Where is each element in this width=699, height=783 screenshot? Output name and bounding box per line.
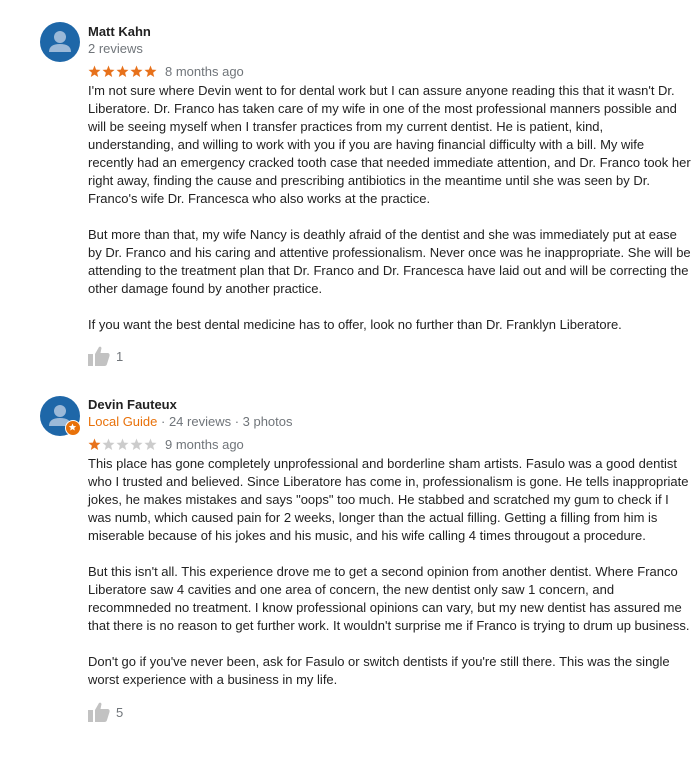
star-filled-icon [102, 65, 115, 77]
star-filled-icon [88, 65, 101, 77]
star-rating: 8 months ago [88, 63, 244, 79]
person-icon [49, 31, 71, 52]
reviewer-meta: Local Guide · 24 reviews · 3 photos [88, 414, 293, 429]
review-paragraph: I'm not sure where Devin went to for den… [88, 83, 691, 206]
local-guide-label: Local Guide [88, 414, 158, 429]
review-text: This place has gone completely unprofess… [88, 455, 692, 707]
review-time: 8 months ago [165, 63, 244, 79]
star-empty-icon [144, 438, 157, 450]
local-guide-badge-icon [65, 420, 81, 436]
stars-container [88, 438, 158, 451]
review-paragraph: But more than that, my wife Nancy is dea… [88, 227, 691, 296]
review-time: 9 months ago [165, 436, 244, 452]
like-count: 5 [116, 704, 124, 720]
star-filled-icon [116, 65, 129, 77]
star-filled-icon [144, 65, 157, 77]
thumbs-up-icon [88, 346, 110, 366]
thumbs-up-icon [88, 702, 110, 722]
review-paragraph: Don't go if you've never been, ask for F… [88, 654, 670, 687]
avatar[interactable] [40, 22, 80, 62]
like-button[interactable]: 1 [88, 346, 123, 366]
reviewer-name[interactable]: Matt Kahn [88, 24, 151, 39]
star-filled-icon [130, 65, 143, 77]
reviewer-stats: 2 reviews [88, 41, 143, 56]
reviewer-name[interactable]: Devin Fauteux [88, 397, 177, 412]
star-empty-icon [102, 438, 115, 450]
review-text: I'm not sure where Devin went to for den… [88, 82, 692, 352]
review-paragraph: This place has gone completely unprofess… [88, 456, 689, 543]
review-paragraph: But this isn't all. This experience drov… [88, 564, 690, 633]
stars-container [88, 65, 158, 78]
star-empty-icon [130, 438, 143, 450]
avatar[interactable] [40, 396, 81, 436]
reviewer-stats: · 24 reviews · 3 photos [157, 414, 293, 429]
star-rating: 9 months ago [88, 436, 244, 452]
reviewer-meta: 2 reviews [88, 41, 143, 56]
like-button[interactable]: 5 [88, 702, 123, 722]
like-count: 1 [116, 348, 124, 364]
star-filled-icon [88, 438, 101, 450]
star-empty-icon [116, 438, 129, 450]
review-paragraph: If you want the best dental medicine has… [88, 317, 622, 332]
